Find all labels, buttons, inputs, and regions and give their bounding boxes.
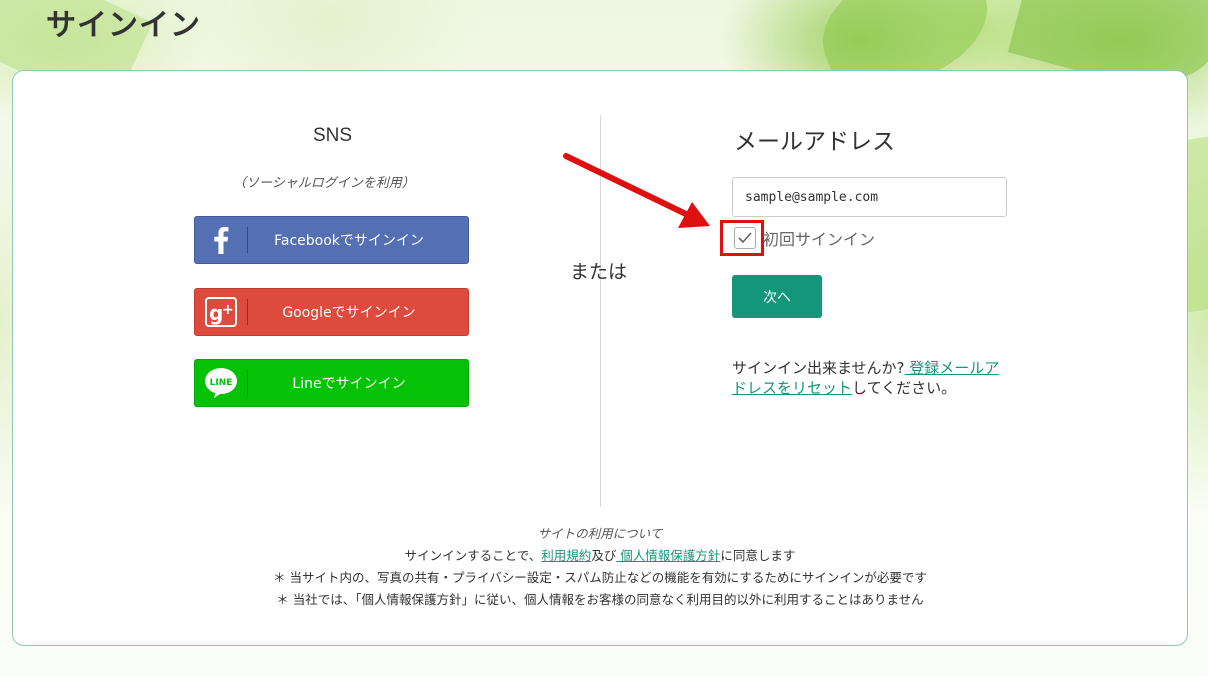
line-signin-button[interactable]: LINE Lineでサインイン [194,359,469,407]
terms-suffix: に同意します [720,548,796,563]
facebook-signin-button[interactable]: Facebookでサインイン [194,216,469,264]
terms-section: サイトの利用について サインインすることで、利用規約及び 個人情報保護方針に同意… [13,523,1187,611]
privacy-policy-link[interactable]: 個人情報保護方針 [616,548,720,563]
help-prefix: サインイン出来ませんか? [732,359,905,377]
line-icon: LINE [195,360,247,406]
email-section-title: メールアドレス [734,129,895,155]
next-button[interactable]: 次へ [732,275,822,318]
terms-note-2: ＊ 当社では、「個人情報保護方針」に従い、個人情報をお客様の同意なく利用目的以外… [276,592,924,607]
terms-note-1: ＊ 当サイト内の、写真の共有・プライバシー設定・スパム防止などの機能を有効にする… [273,570,927,585]
help-text: サインイン出来ませんか? 登録メールアドレスをリセットしてください。 [732,358,1002,398]
email-input[interactable] [732,177,1007,217]
terms-mid: 及び [591,548,617,563]
facebook-signin-label: Facebookでサインイン [274,233,424,249]
annotation-arrow-icon [563,153,710,228]
svg-text:+: + [222,302,234,318]
line-signin-label: Lineでサインイン [292,376,406,392]
facebook-icon [195,217,247,263]
terms-prefix: サインインすることで、 [404,548,542,563]
terms-agreement: サインインすることで、利用規約及び 個人情報保護方針に同意します [13,545,1187,567]
sns-section-title: SNS [313,125,353,146]
svg-text:LINE: LINE [210,378,233,388]
google-plus-icon: g + [195,289,247,335]
google-signin-label: Googleでサインイン [282,305,416,321]
help-suffix: してください。 [852,379,957,397]
google-signin-button[interactable]: g + Googleでサインイン [194,288,469,336]
annotation-highlight-box [720,220,764,256]
sns-section-subtitle: （ソーシャルログインを利用） [233,176,415,191]
first-signin-label: 初回サインイン [763,230,876,249]
terms-of-use-link[interactable]: 利用規約 [541,548,591,563]
or-label: または [570,261,628,283]
terms-title: サイトの利用について [537,526,663,541]
page-title: サインイン [46,8,201,43]
